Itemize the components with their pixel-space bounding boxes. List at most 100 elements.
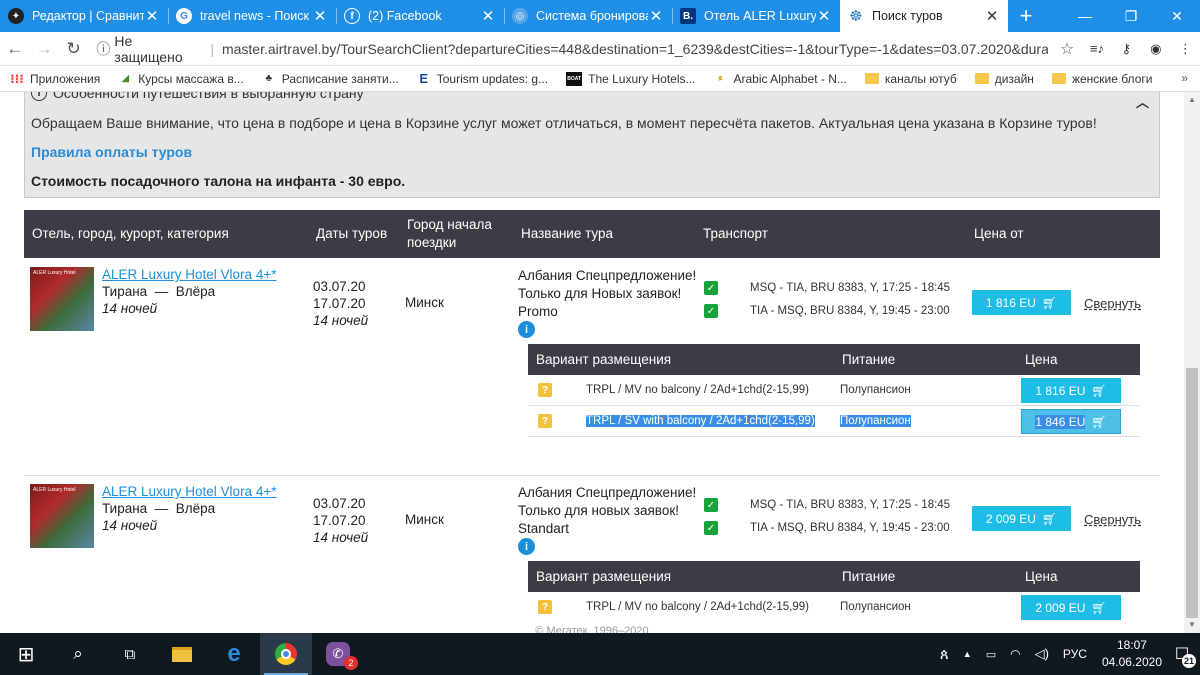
page-footer: © Мегатек, 1996–2020 [535,625,649,633]
bookmark-arabic[interactable]: ء Arabic Alphabet - N... [714,72,847,86]
clock[interactable]: 18:07 04.06.2020 [1102,637,1162,671]
tab-editor[interactable]: ✦ Редактор | Сравните ✕ [0,0,168,32]
wheel-icon: ☸ [849,8,863,25]
clock-time: 18:07 [1116,638,1147,652]
hotel-thumbnail[interactable]: ALER Luxury Hotel [30,484,94,548]
minimize-icon[interactable]: — [1062,0,1108,32]
cart-icon: 🛒︎ [1091,383,1107,398]
bookmark-tourism[interactable]: E Tourism updates: g... [417,71,549,86]
option-price-button[interactable]: 2 009 EU 🛒︎ [1021,595,1121,620]
bookmark-label: Tourism updates: g... [436,71,549,86]
viber-icon[interactable]: ✆ 2 [312,633,364,675]
tab-facebook[interactable]: f (2) Facebook ✕ [336,0,504,32]
resort-name: Влёра [175,501,216,516]
tab-title: Система бронирова [536,9,648,23]
scroll-up-icon[interactable]: ▲ [1184,92,1200,108]
more-bookmarks-icon[interactable]: » [1181,71,1188,85]
booking-icon: B. [680,8,696,24]
back-icon[interactable]: ← [0,39,29,59]
folder-icon [864,73,879,84]
tour-name-line: Только для Новых заявок! [518,286,682,301]
tour-info-icon[interactable]: i [518,321,535,338]
cart-icon: 🛒︎ [1041,295,1058,310]
payment-rules-link[interactable]: Правила оплаты туров [31,144,192,160]
menu-icon[interactable]: ⋮ [1171,41,1200,57]
tour-dates: 03.07.20 17.07.20 14 ночей [313,278,368,329]
header-price: Цена от [974,226,1024,241]
new-tab-button[interactable]: + [1008,0,1044,32]
taskbar: ⊞ ⌕ ⧉ e ✆ 2 ጰ ▲ ▭ ◠ ◁) РУС 18:07 04.06.2… [0,633,1200,675]
question-icon[interactable]: ? [538,600,552,614]
bookmark-label: The Luxury Hotels... [588,71,696,86]
bookmark-folder-design[interactable]: дизайн [974,72,1034,86]
notification-center-icon[interactable]: ☐ 21 [1170,642,1196,668]
tour-name-line: Албания Спецпредложение! [518,268,697,283]
bookmark-apps[interactable]: ⁝⁝⁝ Приложения [10,72,100,86]
wifi-icon[interactable]: ◠ [1010,647,1020,661]
hotel-location: Тирана — Влёра [102,284,215,299]
language-indicator[interactable]: РУС [1063,647,1087,661]
tab-tour-search[interactable]: ☸ Поиск туров ✕ [840,0,1008,32]
chrome-icon[interactable] [260,633,312,675]
bookmark-folder-blogs[interactable]: женские блоги [1051,72,1152,86]
info-icon[interactable]: ⓘ [96,39,110,59]
bookmark-luxury[interactable]: BOAT The Luxury Hotels... [566,71,696,86]
people-icon[interactable]: ጰ [940,646,949,663]
close-icon[interactable]: ✕ [480,7,496,25]
price-button[interactable]: 1 816 EU 🛒︎ [972,290,1071,315]
close-icon[interactable]: ✕ [144,7,160,25]
scroll-down-icon[interactable]: ▼ [1184,617,1200,633]
url-text: master.airtravel.by/TourSearchClient?dep… [221,40,1048,57]
price-button[interactable]: 2 009 EU 🛒︎ [972,506,1071,531]
header-city-line1: Город начала [407,217,492,232]
results-table-header: Отель, город, курорт, категория Даты тур… [24,210,1160,258]
bookmark-label: Расписание заняти... [281,71,399,86]
collapse-notice-icon[interactable]: ︿ [1136,92,1149,111]
option-price-button[interactable]: 1 846 EU 🛒︎ [1021,409,1121,434]
extension-icon[interactable]: ◉ [1141,41,1170,57]
close-icon[interactable]: ✕ [648,7,664,25]
page-scrollbar[interactable]: ▲ ▼ [1184,92,1200,633]
travel-notice: i Особенности путешествия в выбранную ст… [24,92,1160,198]
hotel-thumbnail[interactable]: ALER Luxury Hotel [30,267,94,331]
question-icon[interactable]: ? [538,414,552,428]
close-icon[interactable]: ✕ [816,7,832,25]
hotel-location: Тирана — Влёра [102,501,215,516]
hotel-link[interactable]: ALER Luxury Hotel Vlora 4+* [102,484,276,499]
volume-icon[interactable]: ◁) [1035,646,1049,662]
bookmark-massage[interactable]: ◢ Курсы массажа в... [118,72,243,86]
tray-chevron-icon[interactable]: ▲ [963,649,972,659]
search-icon[interactable]: ⌕ [52,633,104,675]
tab-hotel[interactable]: B. Отель ALER Luxury V ✕ [672,0,840,32]
apps-icon: ⁝⁝⁝ [10,71,24,86]
windows-start-icon[interactable]: ⊞ [0,633,52,675]
url-input[interactable]: ⓘ Не защищено | master.airtravel.by/Tour… [96,33,1074,65]
collapse-link[interactable]: Свернуть [1084,296,1141,311]
close-window-icon[interactable]: ✕ [1154,0,1200,32]
file-explorer-icon[interactable] [156,633,208,675]
forward-icon[interactable]: → [29,39,58,59]
key-icon[interactable]: ⚷ [1112,41,1141,57]
bookmark-folder-youtube[interactable]: каналы ютуб [864,72,957,86]
question-icon[interactable]: ? [538,383,552,397]
bookmark-star-icon[interactable]: ☆ [1060,39,1074,59]
tour-info-icon[interactable]: i [518,538,535,555]
collapse-link[interactable]: Свернуть [1084,512,1141,527]
globe-icon: ◎ [512,8,528,24]
tab-google[interactable]: G travel news - Поиск ✕ [168,0,336,32]
edge-icon[interactable]: e [208,633,260,675]
close-icon[interactable]: ✕ [312,7,328,25]
close-icon[interactable]: ✕ [984,7,1000,25]
battery-icon[interactable]: ▭ [986,648,996,661]
scrollbar-thumb[interactable] [1186,368,1198,618]
hotel-link[interactable]: ALER Luxury Hotel Vlora 4+* [102,267,276,282]
notice-heading-text: Особенности путешествия в выбранную стра… [53,92,364,101]
task-view-icon[interactable]: ⧉ [104,633,156,675]
option-price-button[interactable]: 1 816 EU 🛒︎ [1021,378,1121,403]
restore-icon[interactable]: ❐ [1108,0,1154,32]
bookmark-schedule[interactable]: ♣ Расписание заняти... [262,71,399,86]
room-type: TRPL / SV with balcony / 2Ad+1chd(2-15,9… [586,415,815,427]
playlist-icon[interactable]: ≡♪ [1082,41,1111,56]
tab-booking-system[interactable]: ◎ Система бронирова ✕ [504,0,672,32]
reload-icon[interactable]: ↻ [59,39,88,59]
